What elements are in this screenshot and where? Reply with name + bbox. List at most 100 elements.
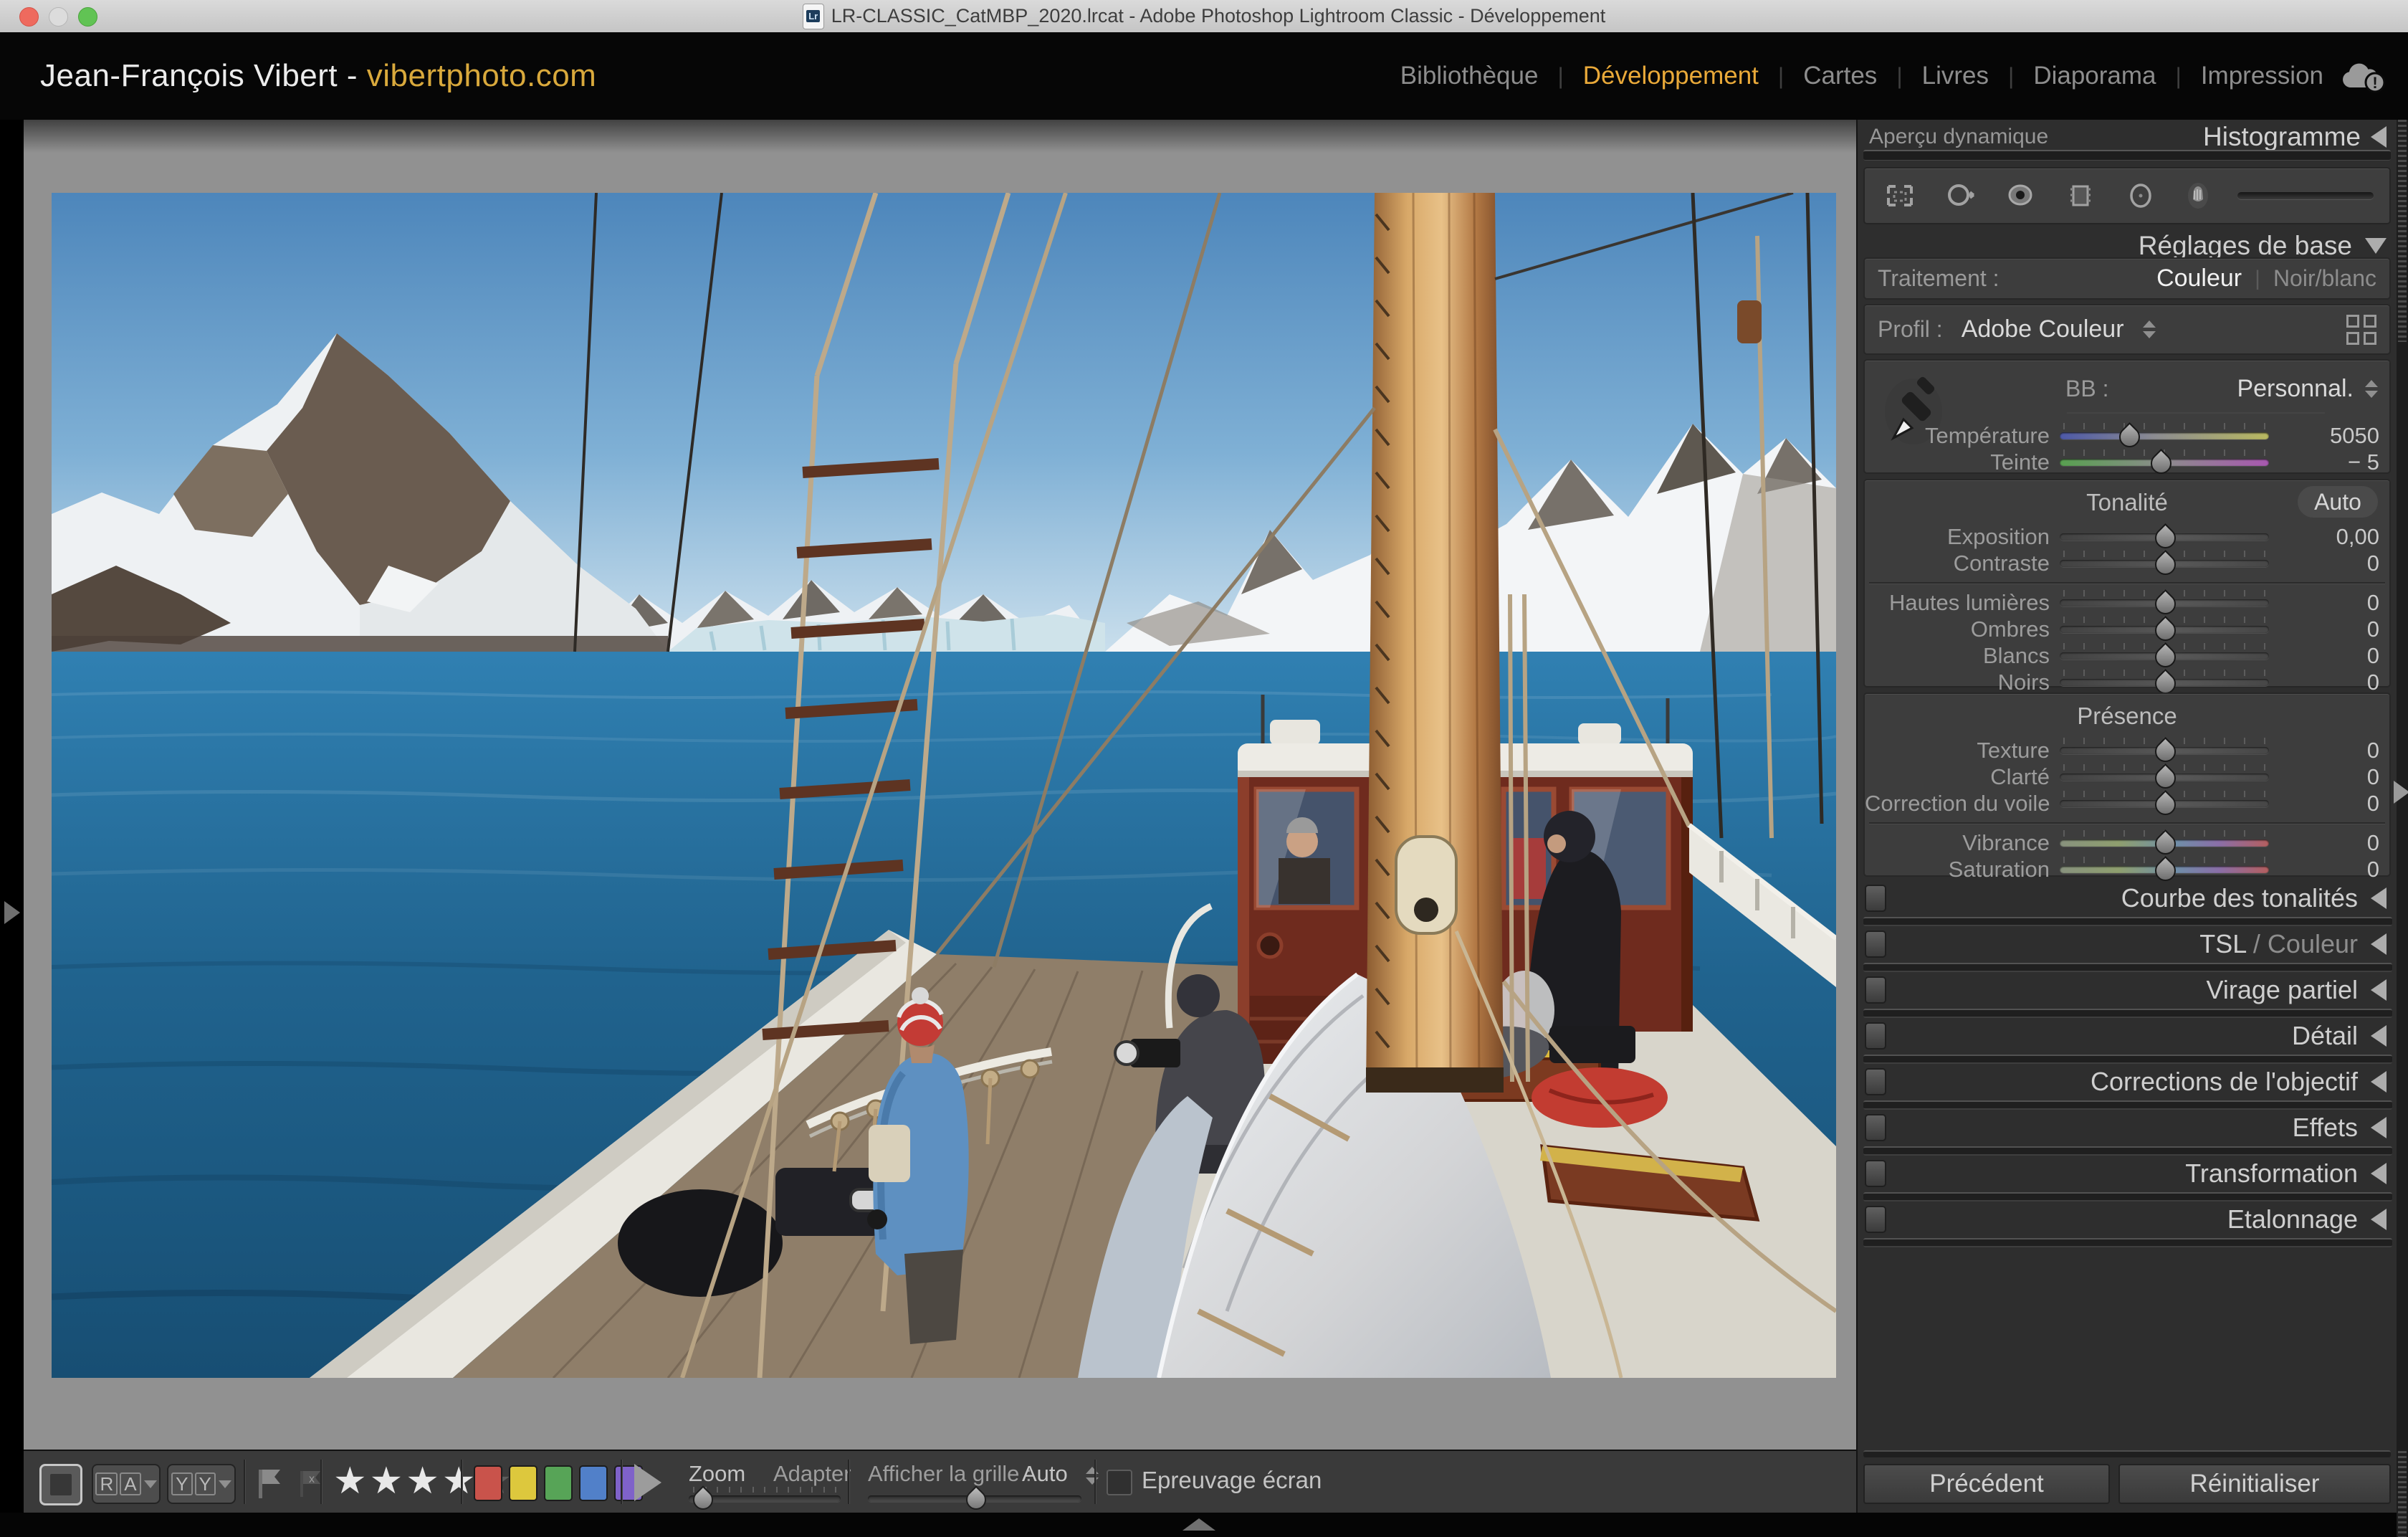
slider-track-correction-du-voile[interactable]: [2060, 800, 2269, 807]
slider-value[interactable]: − 5: [2269, 449, 2379, 475]
slider-track-vibrance[interactable]: [2060, 839, 2269, 847]
panel-toggle-switch[interactable]: [1865, 1160, 1886, 1187]
collapse-left-arrow-icon[interactable]: [2371, 979, 2386, 1001]
panel-toggle-switch[interactable]: [1865, 976, 1886, 1004]
soft-proofing-label[interactable]: Epreuvage écran: [1142, 1467, 1322, 1494]
slider-track-teinte[interactable]: [2060, 459, 2269, 466]
profile-browser-icon[interactable]: [2346, 315, 2376, 345]
soft-proofing-checkbox[interactable]: [1107, 1470, 1132, 1495]
adjustment-brush-icon[interactable]: [2182, 176, 2220, 215]
collapse-left-arrow-icon[interactable]: [2371, 888, 2386, 909]
star-2-icon[interactable]: ★: [370, 1460, 406, 1502]
panel-header-corrections-de-l-objectif[interactable]: Corrections de l'objectif: [1858, 1065, 2398, 1099]
collapse-down-arrow-icon[interactable]: [2365, 238, 2386, 254]
slider-value[interactable]: 5050: [2269, 423, 2379, 449]
collapse-left-arrow-icon[interactable]: [2371, 1209, 2386, 1230]
color-label-3[interactable]: [544, 1465, 573, 1501]
color-label-1[interactable]: [474, 1465, 502, 1501]
slider-track-saturation[interactable]: [2060, 866, 2269, 873]
slider-value[interactable]: 0: [2269, 738, 2379, 763]
slider-value[interactable]: 0: [2269, 764, 2379, 790]
crop-overlay-icon[interactable]: [1881, 176, 1919, 215]
grid-slider-thumb[interactable]: [962, 1485, 990, 1514]
slider-track-clarte[interactable]: [2060, 774, 2269, 781]
identity-plate[interactable]: Jean-François Vibert - vibertphoto.com: [40, 58, 596, 94]
zoom-label[interactable]: Zoom: [689, 1461, 745, 1487]
slider-value[interactable]: 0: [2269, 643, 2379, 669]
panel-header-courbe-des-tonalites[interactable]: Courbe des tonalités: [1858, 881, 2398, 915]
histogram-header[interactable]: Aperçu dynamique Histogramme: [1858, 120, 2398, 154]
panel-toggle-switch[interactable]: [1865, 885, 1886, 912]
module-livres[interactable]: Livres: [1922, 62, 1989, 90]
profile-stepper[interactable]: [2143, 320, 2156, 338]
collapse-left-arrow-icon[interactable]: [2371, 1025, 2386, 1047]
pick-flag-icon[interactable]: [254, 1467, 285, 1500]
collapse-left-arrow-icon[interactable]: [2371, 1163, 2386, 1184]
minimize-window-button[interactable]: [49, 7, 68, 27]
slider-value[interactable]: 0: [2269, 551, 2379, 576]
slider-value[interactable]: 0: [2269, 617, 2379, 642]
compare-view-button[interactable]: YY: [167, 1464, 236, 1504]
panel-toggle-switch[interactable]: [1865, 1206, 1886, 1233]
slider-track-contraste[interactable]: [2060, 560, 2269, 567]
reset-button[interactable]: Réinitialiser: [2118, 1464, 2391, 1504]
module-bibliotheque[interactable]: Bibliothèque: [1400, 62, 1539, 90]
wb-stepper[interactable]: [2365, 380, 2378, 398]
compare-view-dropdown-icon[interactable]: [219, 1480, 231, 1488]
panel-header-detail[interactable]: Détail: [1858, 1019, 2398, 1053]
panel-header-virage-partiel[interactable]: Virage partiel: [1858, 973, 2398, 1007]
collapse-left-arrow-icon[interactable]: [2371, 1117, 2386, 1138]
panel-toggle-switch[interactable]: [1865, 1068, 1886, 1095]
panel-header-effets[interactable]: Effets: [1858, 1110, 2398, 1145]
slider-track-exposition[interactable]: [2060, 533, 2269, 541]
treatment-bw-option[interactable]: Noir/blanc: [2273, 265, 2376, 292]
radial-filter-icon[interactable]: [2121, 176, 2160, 215]
collapse-left-arrow-icon[interactable]: [2371, 933, 2386, 955]
slider-thumb[interactable]: [2151, 523, 2180, 552]
color-label-2[interactable]: [509, 1465, 538, 1501]
slider-track-noirs[interactable]: [2060, 679, 2269, 686]
panel-toggle-switch[interactable]: [1865, 931, 1886, 958]
show-filmstrip-arrow-icon[interactable]: [1182, 1518, 1215, 1531]
close-window-button[interactable]: [19, 7, 39, 27]
filmstrip-collapsed-strip[interactable]: [0, 1513, 2408, 1537]
loupe-view-button[interactable]: [39, 1464, 82, 1505]
slider-track-blancs[interactable]: [2060, 652, 2269, 660]
slider-value[interactable]: 0: [2269, 857, 2379, 882]
treatment-color-option[interactable]: Couleur: [2156, 265, 2242, 292]
sync-cloud-alert-icon[interactable]: !: [2341, 59, 2388, 93]
scrollbar-thumb[interactable]: [2398, 120, 2407, 342]
slideshow-play-icon[interactable]: [634, 1464, 661, 1501]
module-developpement[interactable]: Développement: [1583, 62, 1759, 90]
module-cartes[interactable]: Cartes: [1803, 62, 1877, 90]
slider-value[interactable]: 0,00: [2269, 524, 2379, 550]
resize-grip[interactable]: [2398, 1451, 2407, 1537]
module-diaporama[interactable]: Diaporama: [2033, 62, 2156, 90]
slider-value[interactable]: 0: [2269, 590, 2379, 616]
panel-header-etalonnage[interactable]: Etalonnage: [1858, 1202, 2398, 1237]
auto-tone-button[interactable]: Auto: [2298, 486, 2378, 518]
reference-view-dropdown-icon[interactable]: [144, 1480, 157, 1488]
zoom-window-button[interactable]: [78, 7, 97, 27]
star-1-icon[interactable]: ★: [333, 1460, 370, 1502]
panel-toggle-switch[interactable]: [1865, 1022, 1886, 1050]
module-impression[interactable]: Impression: [2201, 62, 2323, 90]
panel-header-transformation[interactable]: Transformation: [1858, 1156, 2398, 1191]
panel-toggle-switch[interactable]: [1865, 1114, 1886, 1141]
fit-label[interactable]: Adapter: [773, 1461, 851, 1487]
reference-view-button[interactable]: RA: [92, 1464, 161, 1504]
star-3-icon[interactable]: ★: [406, 1460, 442, 1502]
collapse-left-arrow-icon[interactable]: [2371, 1071, 2386, 1093]
slider-track-hautes-lumieres[interactable]: [2060, 599, 2269, 606]
histogram-title[interactable]: Histogramme: [2203, 122, 2361, 152]
photo-image[interactable]: [52, 193, 1836, 1378]
slider-value[interactable]: 0: [2269, 670, 2379, 695]
left-panel-collapsed-strip[interactable]: [0, 120, 24, 1513]
hide-right-panel-arrow-icon[interactable]: [2394, 781, 2408, 804]
grid-value-stepper[interactable]: [1086, 1467, 1099, 1485]
grid-opacity-slider[interactable]: [868, 1495, 1081, 1502]
red-eye-icon[interactable]: [2001, 176, 2040, 215]
collapse-left-arrow-icon[interactable]: [2371, 126, 2386, 148]
wb-value[interactable]: Personnal.: [2237, 375, 2354, 403]
right-panel-edge-strip[interactable]: [2397, 120, 2408, 1537]
